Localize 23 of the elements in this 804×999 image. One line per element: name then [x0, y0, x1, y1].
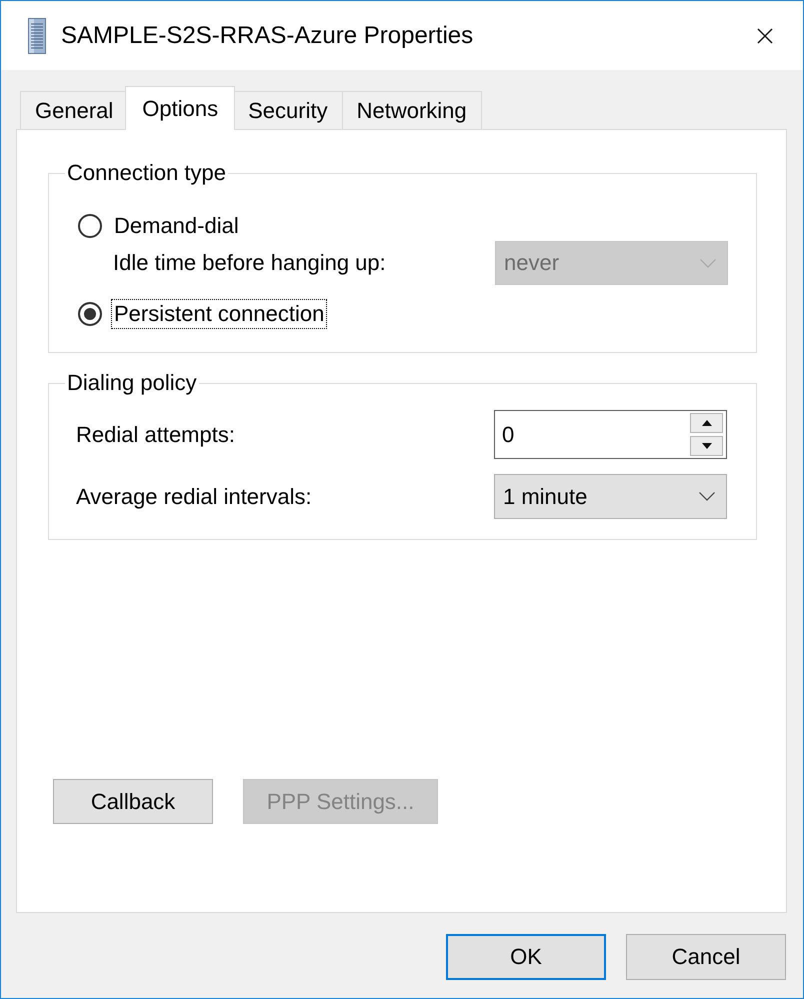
window-title: SAMPLE-S2S-RRAS-Azure Properties: [61, 22, 474, 50]
spin-up-button[interactable]: [690, 413, 723, 433]
radio-label[interactable]: Demand-dial: [111, 211, 242, 241]
chevron-down-icon: [700, 258, 716, 268]
close-icon[interactable]: [757, 28, 773, 44]
triangle-up-icon: [702, 420, 712, 426]
tab[interactable]: Networking: [342, 91, 482, 129]
callback-button[interactable]: Callback: [53, 779, 213, 824]
dropdown[interactable]: 1 minute: [494, 474, 727, 519]
radio-button[interactable]: [78, 214, 102, 238]
server-icon: [28, 18, 46, 54]
field-label: Average redial intervals:: [76, 484, 312, 510]
triangle-down-icon: [702, 443, 712, 449]
tab[interactable]: Options: [125, 86, 236, 130]
chevron-down-icon: [699, 492, 715, 501]
cancel-button[interactable]: Cancel: [626, 934, 786, 980]
radio-button[interactable]: [78, 302, 102, 326]
field-label: Idle time before hanging up:: [113, 250, 386, 276]
ok-button[interactable]: OK: [446, 934, 606, 980]
radio-label[interactable]: Persistent connection: [111, 299, 328, 329]
field-label: Redial attempts:: [76, 422, 235, 448]
spin-down-button[interactable]: [690, 436, 723, 456]
number-field[interactable]: 0: [494, 410, 727, 459]
